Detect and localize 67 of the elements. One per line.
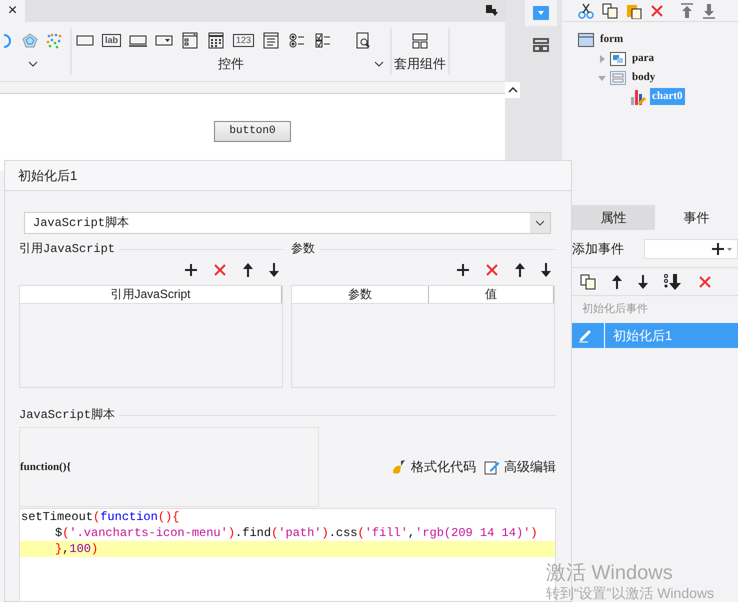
scroll-up-button[interactable] xyxy=(505,82,520,98)
script-type-dropdown[interactable]: JavaScript脚本 xyxy=(24,212,551,234)
add-icon[interactable] xyxy=(185,264,197,276)
group-label: 控件 xyxy=(218,55,244,74)
label-icon[interactable]: lab xyxy=(102,34,122,48)
add-icon[interactable] xyxy=(457,264,469,276)
tree-item[interactable]: para xyxy=(630,50,656,67)
radio-list-icon[interactable] xyxy=(288,32,306,50)
plus-caret-icon xyxy=(711,242,733,256)
calendar-icon[interactable] xyxy=(207,32,226,50)
bar-chart-icon xyxy=(630,88,646,104)
arrow-up-icon[interactable] xyxy=(612,274,622,288)
delete-icon[interactable] xyxy=(485,263,499,277)
code-line: $('.vancharts-icon-menu').find('path').css('fill','rgb(209 14 14)') xyxy=(54,525,539,541)
window-icon xyxy=(578,32,594,46)
layout-icon[interactable] xyxy=(533,38,549,52)
chevron-down-icon[interactable] xyxy=(28,61,38,68)
layout-icon[interactable] xyxy=(412,32,428,49)
section-title: 引用JavaScript xyxy=(19,241,116,258)
add-event-dropdown[interactable] xyxy=(644,238,738,258)
chevron-down-icon[interactable] xyxy=(374,61,384,68)
delete-icon[interactable] xyxy=(213,263,227,277)
action-link[interactable]: 格式化代码 xyxy=(391,457,476,477)
tree-item[interactable]: form xyxy=(598,31,626,48)
move-top-icon[interactable] xyxy=(680,2,694,18)
arrow-down-icon[interactable] xyxy=(269,263,279,277)
tab[interactable]: 属性 xyxy=(572,205,655,230)
event-group-header: 初始化后事件 xyxy=(581,302,649,317)
panel-icon xyxy=(610,52,626,66)
text-area-icon[interactable] xyxy=(262,32,280,50)
pencil-icon xyxy=(578,327,594,343)
number-field-icon[interactable]: 123 xyxy=(233,34,254,48)
list-window-icon[interactable] xyxy=(181,32,200,50)
scissors-icon[interactable] xyxy=(578,2,594,18)
column-header[interactable]: 引用JavaScript xyxy=(20,286,282,303)
button-widget[interactable]: button0 xyxy=(214,121,291,142)
delete-icon[interactable] xyxy=(650,4,664,18)
checkbox-list-icon[interactable] xyxy=(314,32,332,50)
chevron-up-icon xyxy=(508,87,518,93)
body-layout-icon xyxy=(610,70,626,84)
section-title: JavaScript脚本 xyxy=(19,407,116,424)
edit-note-icon xyxy=(484,459,500,475)
delete-icon[interactable] xyxy=(698,274,712,288)
code-line: setTimeout(function(){ xyxy=(20,509,180,525)
move-to-bottom-icon[interactable] xyxy=(664,274,682,290)
close-tab-button[interactable]: × xyxy=(0,0,25,22)
copy-icon[interactable] xyxy=(580,274,596,290)
chevron-down-icon xyxy=(535,220,545,226)
group-label: 套用组件 xyxy=(394,55,446,74)
paste-icon[interactable] xyxy=(626,2,642,18)
add-event-label: 添加事件 xyxy=(572,240,624,258)
arrow-up-icon[interactable] xyxy=(515,263,525,277)
scatter-chart-icon xyxy=(46,32,62,49)
section-title: 参数 xyxy=(291,241,315,258)
arrow-down-icon[interactable] xyxy=(541,263,551,277)
action-link[interactable]: 高级编辑 xyxy=(484,457,556,477)
arrow-down-icon[interactable] xyxy=(638,274,648,288)
column-header[interactable]: 值 xyxy=(429,286,554,303)
column-header[interactable]: 参数 xyxy=(292,286,429,303)
radar-chart-icon xyxy=(22,32,38,49)
tree-item[interactable]: body xyxy=(630,69,658,86)
magnifier-document-icon[interactable] xyxy=(354,32,372,50)
broom-icon xyxy=(391,459,407,475)
arrow-up-icon[interactable] xyxy=(243,263,253,277)
copy-icon[interactable] xyxy=(602,2,618,18)
code-signature: function(){ xyxy=(20,460,71,475)
move-bottom-icon[interactable] xyxy=(702,2,716,18)
